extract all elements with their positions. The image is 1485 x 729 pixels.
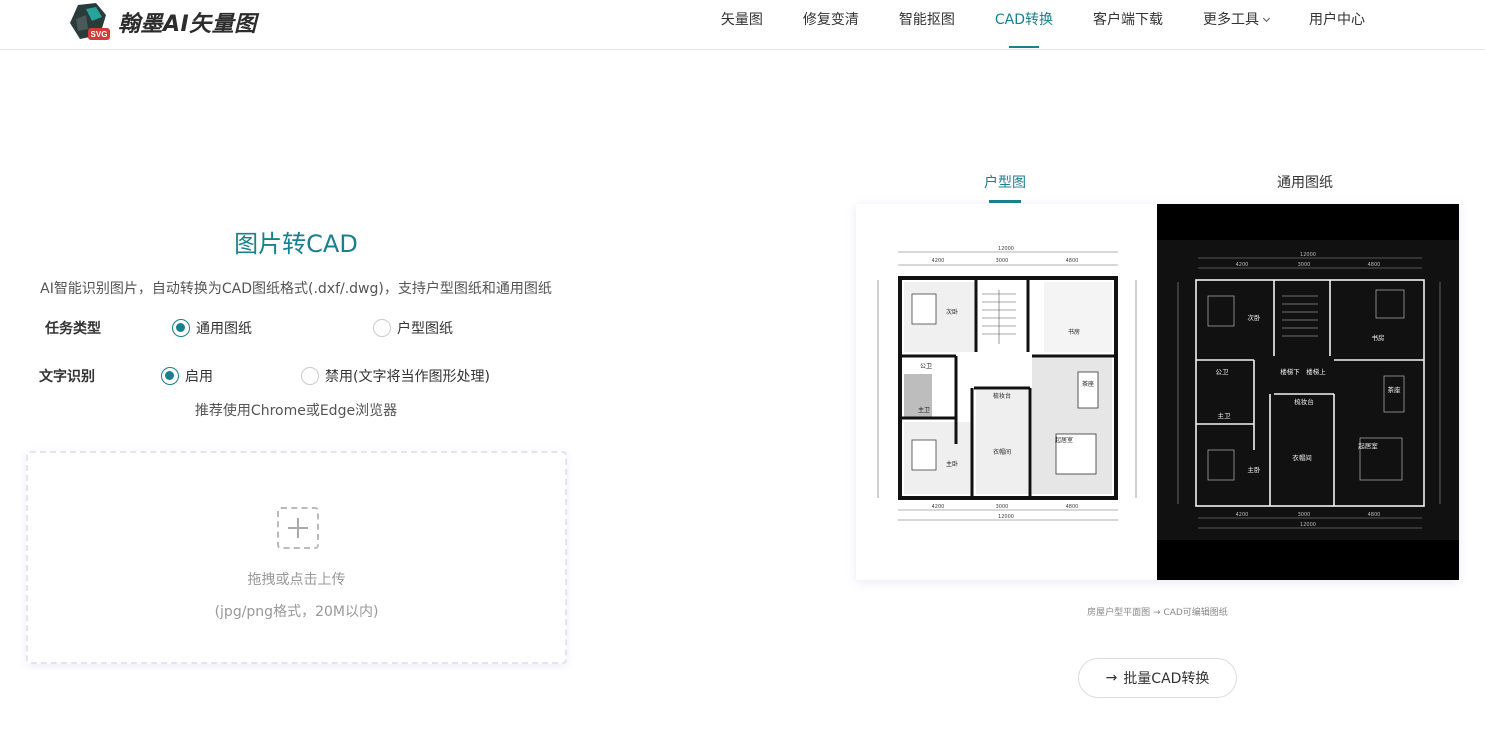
dim-text: 3000 [1298, 262, 1311, 268]
page-description: AI智能识别图片，自动转换为CAD图纸格式(.dxf/.dwg)，支持户型图纸和… [40, 281, 552, 297]
dim-text: 3000 [996, 504, 1009, 510]
dim-text: 4800 [1066, 504, 1079, 510]
room-label: 公卫 [920, 363, 932, 370]
dim-text: 4200 [1236, 262, 1249, 268]
room-label: 衣帽间 [1292, 453, 1312, 462]
page-title: 图片转CAD [234, 230, 358, 258]
logo-icon: SVG [66, 1, 112, 43]
plus-icon [277, 507, 319, 549]
upload-dropzone[interactable]: 拖拽或点击上传 (jpg/png格式，20M以内) [26, 451, 567, 664]
room-label: 梳妆台 [1294, 397, 1314, 406]
browser-tip: 推荐使用Chrome或Edge浏览器 [194, 403, 398, 419]
dim-text: 12000 [1300, 252, 1316, 258]
top-header: SVG 翰墨AI矢量图 矢量图 修复变清 智能抠图 CAD转换 客户端下载 更多… [0, 0, 1485, 50]
radio-unchecked-icon [373, 319, 391, 337]
room-label: 书房 [1068, 328, 1080, 336]
radio-disable[interactable]: 禁用(文字将当作图形处理) [301, 366, 490, 386]
nav-restore[interactable]: 修复变清 [783, 0, 879, 50]
radio-checked-icon [172, 319, 190, 337]
room-label: 主卧 [946, 460, 958, 468]
room-label: 楼梯下 [1280, 367, 1300, 376]
nav-vector[interactable]: 矢量图 [701, 0, 783, 50]
radio-checked-icon [161, 367, 179, 385]
batch-cad-convert-button[interactable]: → 批量CAD转换 [1078, 658, 1237, 698]
room-label: 梳妆台 [993, 392, 1011, 400]
arrow-right-icon: → [1105, 670, 1118, 686]
dim-text: 4800 [1368, 262, 1381, 268]
dim-text: 3000 [996, 258, 1009, 264]
room-label: 起居室 [1358, 441, 1378, 450]
dim-text: 12000 [998, 514, 1014, 520]
dim-text: 12000 [1300, 522, 1316, 528]
dim-text: 4800 [1368, 512, 1381, 518]
dim-text: 4200 [932, 504, 945, 510]
room-label: 主卧 [1248, 465, 1262, 474]
nav-cutout[interactable]: 智能抠图 [879, 0, 975, 50]
dim-text: 4200 [932, 258, 945, 264]
radio-general-drawing[interactable]: 通用图纸 [172, 318, 252, 338]
room-label: 起居室 [1055, 436, 1073, 444]
upload-hint: 拖拽或点击上传 [247, 572, 346, 588]
upload-format-hint: (jpg/png格式，20M以内) [214, 604, 379, 620]
preview-caption: 房屋户型平面图 → CAD可编辑图纸 [1087, 608, 1228, 618]
nav-client-download[interactable]: 客户端下载 [1073, 0, 1183, 50]
room-label: 楼梯上 [1306, 367, 1326, 376]
room-label: 次卧 [1248, 313, 1262, 322]
radio-enable[interactable]: 启用 [161, 366, 213, 386]
room-label: 衣帽间 [993, 448, 1011, 456]
radio-floorplan-drawing[interactable]: 户型图纸 [373, 318, 453, 338]
room-label: 书房 [1372, 333, 1385, 342]
dim-text: 4800 [1066, 258, 1079, 264]
room-label: 茶座 [1082, 380, 1094, 388]
nav-cad-convert[interactable]: CAD转换 [975, 0, 1073, 50]
room-label: 公卫 [1216, 368, 1230, 376]
dim-text: 12000 [998, 246, 1014, 252]
nav-more-tools[interactable]: 更多工具 [1183, 0, 1289, 50]
chevron-down-icon [1262, 14, 1271, 23]
room-label: 主卫 [918, 406, 930, 414]
logo-badge: SVG [91, 30, 108, 39]
nav-user-center[interactable]: 用户中心 [1289, 0, 1385, 50]
main-nav: 矢量图 修复变清 智能抠图 CAD转换 客户端下载 更多工具 用户中心 [701, 0, 1385, 50]
radio-unchecked-icon [301, 367, 319, 385]
room-label: 主卫 [1218, 411, 1232, 420]
dim-text: 4200 [1236, 512, 1249, 518]
brand-name: 翰墨AI矢量图 [118, 12, 257, 37]
room-label: 次卧 [946, 308, 958, 316]
dim-text: 3000 [1298, 512, 1311, 518]
tab-floorplan[interactable]: 户型图 [984, 172, 1026, 192]
task-type-label: 任务类型 [45, 321, 101, 337]
text-recognition-label: 文字识别 [39, 369, 95, 385]
tab-general-drawing[interactable]: 通用图纸 [1277, 172, 1333, 192]
room-label: 茶座 [1388, 385, 1402, 394]
preview-image: 12000 4200 3000 4800 4200 3000 4800 1200… [856, 204, 1459, 580]
logo[interactable]: SVG 翰墨AI矢量图 [66, 0, 257, 44]
